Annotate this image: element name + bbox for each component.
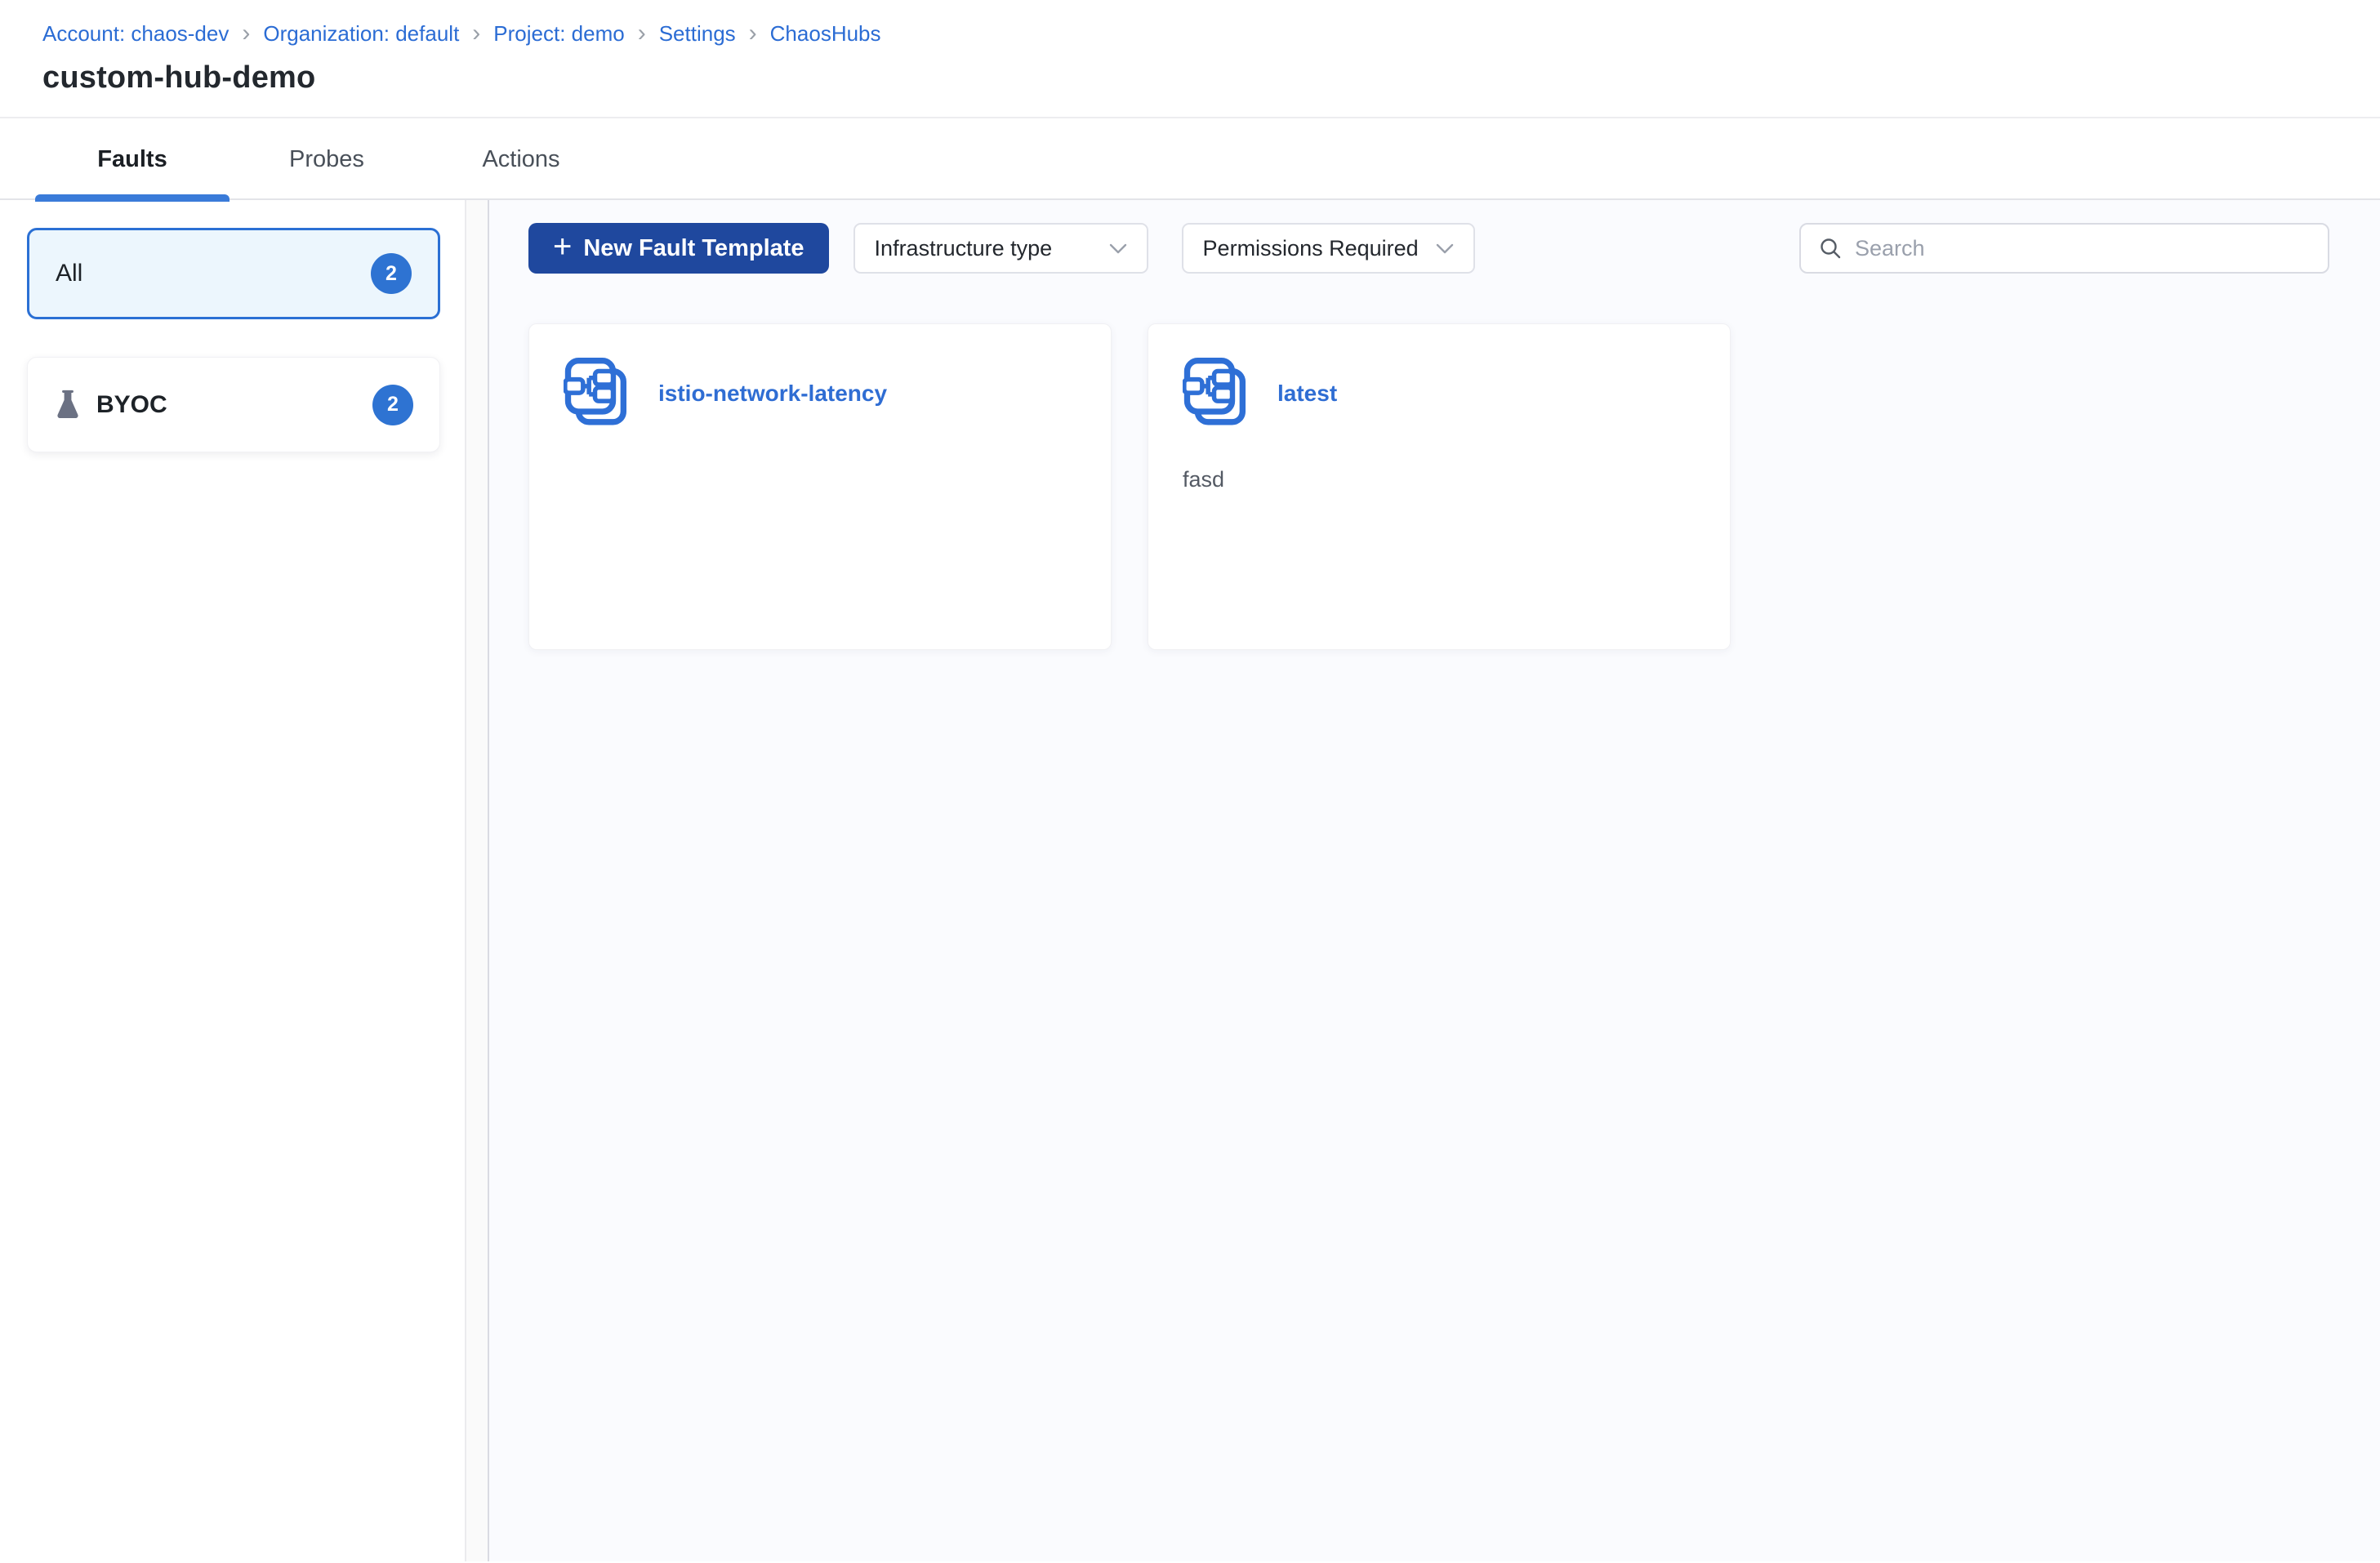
page-header: Account: chaos-dev › Organization: defau…	[0, 0, 2380, 118]
chevron-right-icon: ›	[242, 20, 251, 47]
tab-actions-label: Actions	[482, 145, 560, 172]
permissions-required-label: Permissions Required	[1202, 235, 1419, 260]
breadcrumb-organization-link[interactable]: Organization: default	[263, 20, 459, 47]
tab-probes[interactable]: Probes	[230, 118, 424, 200]
fault-template-name[interactable]: latest	[1277, 381, 1337, 407]
permissions-required-dropdown[interactable]: Permissions Required	[1181, 223, 1475, 274]
fault-template-card-latest[interactable]: latest fasd	[1148, 323, 1731, 650]
fault-category-sidebar: All 2 BYOC 2	[0, 200, 465, 1561]
breadcrumb-account-link[interactable]: Account: chaos-dev	[42, 20, 229, 47]
sidebar-item-byoc-label: BYOC	[96, 390, 167, 418]
breadcrumb-project-link[interactable]: Project: demo	[493, 20, 624, 47]
tab-faults[interactable]: Faults	[35, 118, 230, 202]
faults-panel: + New Fault Template Infrastructure type…	[489, 200, 2380, 1561]
chevron-down-icon	[1436, 243, 1453, 253]
byoc-count-badge: 2	[372, 384, 413, 425]
all-count-badge: 2	[371, 253, 412, 294]
content-area: All 2 BYOC 2 + New Fault Template Infras…	[0, 200, 2380, 1561]
fault-template-icon	[564, 358, 626, 425]
breadcrumb-settings-link[interactable]: Settings	[659, 20, 736, 47]
card-header: latest	[1183, 358, 1696, 430]
tabs-bar: Faults Probes Actions	[0, 118, 2380, 202]
tab-probes-label: Probes	[289, 145, 364, 172]
active-tab-underline	[35, 194, 230, 202]
new-fault-template-label: New Fault Template	[583, 234, 804, 261]
page-title: custom-hub-demo	[42, 60, 316, 95]
chevron-right-icon: ›	[637, 20, 646, 47]
sidebar-divider	[465, 200, 489, 1561]
search-icon	[1821, 238, 1841, 259]
infrastructure-type-dropdown[interactable]: Infrastructure type	[853, 223, 1148, 274]
breadcrumb: Account: chaos-dev › Organization: defau…	[42, 20, 2338, 47]
search-field[interactable]	[1799, 223, 2329, 274]
sidebar-item-all-label: All	[56, 260, 83, 287]
new-fault-template-button[interactable]: + New Fault Template	[528, 223, 829, 274]
plus-icon: +	[553, 229, 573, 265]
fault-template-name[interactable]: istio-network-latency	[658, 381, 887, 407]
tab-actions[interactable]: Actions	[424, 118, 618, 200]
chevron-right-icon: ›	[748, 20, 757, 47]
card-header: istio-network-latency	[564, 358, 1076, 430]
search-input[interactable]	[1855, 235, 2311, 261]
sidebar-item-all[interactable]: All 2	[27, 228, 440, 319]
flask-icon	[57, 390, 78, 418]
fault-template-description: fasd	[1183, 467, 1225, 492]
chevron-right-icon: ›	[472, 20, 481, 47]
fault-template-icon	[1183, 358, 1246, 425]
breadcrumb-chaoshubs-link[interactable]: ChaosHubs	[770, 20, 881, 47]
fault-template-list: istio-network-latency latest fasd	[528, 323, 2329, 650]
infrastructure-type-label: Infrastructure type	[874, 235, 1053, 260]
faults-toolbar: + New Fault Template Infrastructure type…	[528, 223, 2329, 274]
sidebar-item-byoc[interactable]: BYOC 2	[27, 357, 440, 452]
fault-template-card-istio-network-latency[interactable]: istio-network-latency	[528, 323, 1112, 650]
chevron-down-icon	[1109, 243, 1126, 253]
tab-faults-label: Faults	[97, 145, 167, 172]
